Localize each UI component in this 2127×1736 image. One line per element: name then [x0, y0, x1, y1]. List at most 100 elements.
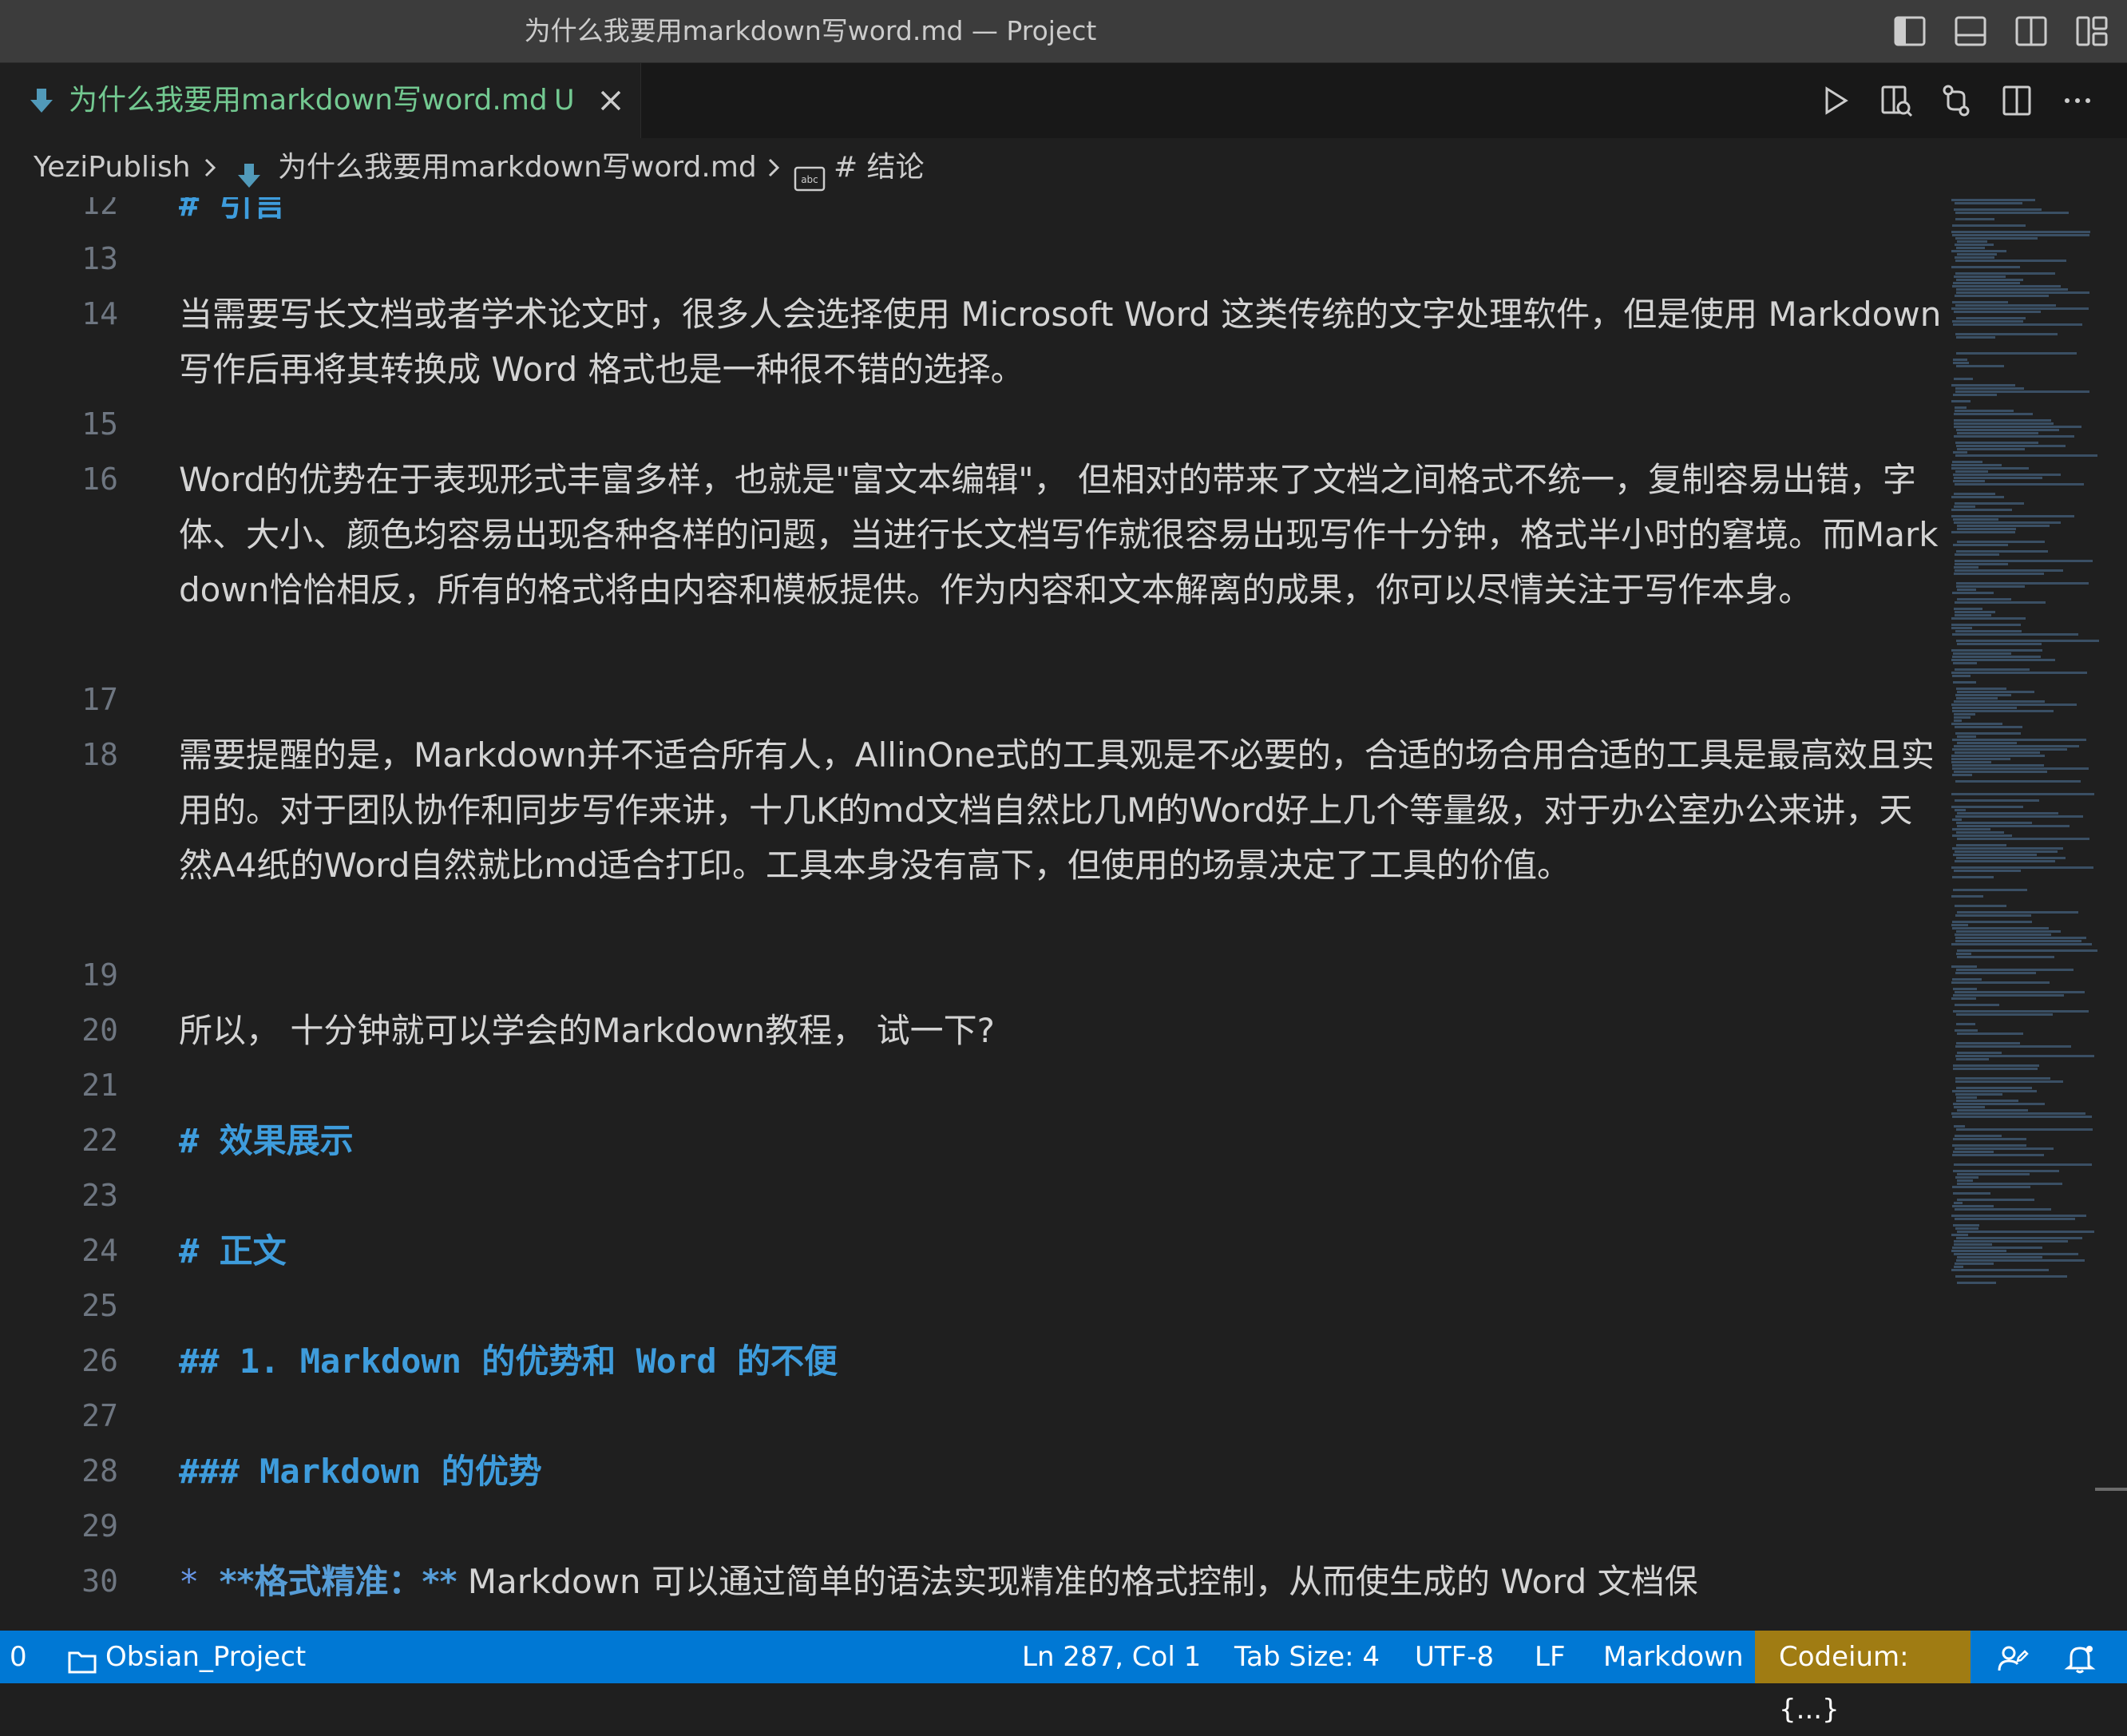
- tab-size[interactable]: Tab Size: 4: [1234, 1631, 1380, 1683]
- line-text: Markdown 可以通过简单的语法实现精准的格式控制，从而使生成的 Word …: [457, 1562, 1698, 1601]
- minimap-line: [1955, 454, 2097, 457]
- minimap-line: [1955, 937, 2086, 939]
- minimap-line: [1951, 250, 2006, 252]
- minimap-line: [1951, 924, 1968, 926]
- minimap-line: [1952, 675, 1971, 677]
- minimap-line: [1956, 822, 2032, 824]
- open-preview-icon[interactable]: [1878, 81, 1913, 121]
- minimap-line: [1955, 304, 2056, 307]
- minimap-line: [1956, 1096, 1977, 1099]
- vertical-scrollbar[interactable]: [2103, 197, 2127, 1631]
- minimap-line: [1955, 553, 1999, 556]
- customize-layout-icon[interactable]: [2070, 11, 2114, 51]
- minimap-line: [1956, 445, 2066, 447]
- minimap-line: [1955, 218, 1994, 220]
- breadcrumb-symbol[interactable]: # 结论: [834, 138, 925, 197]
- minimap-line: [1954, 1106, 1985, 1108]
- minimap-line: [1955, 1147, 2054, 1150]
- line-text: Word的优势在于表现形式丰富多样，也就是"富文本编辑"， 但相对的带来了文档之…: [179, 460, 1939, 609]
- minimap-line: [1957, 528, 2016, 530]
- minimap-line: [1952, 834, 2012, 837]
- editor-line[interactable]: # 引言: [179, 197, 1943, 232]
- minimap-line: [1951, 943, 2092, 945]
- minimap-line: [1954, 435, 2074, 438]
- markdown-file-icon: [236, 153, 262, 188]
- minimap-line: [1957, 1256, 2042, 1258]
- editor[interactable]: 12 13 14 15 16 17 18 19 20 21 22 23 24 25 26 27 28 29 30 #…: [0, 197, 2127, 1631]
- minimap-line: [1956, 288, 2068, 291]
- minimap-line: [1954, 1125, 1965, 1128]
- more-actions-icon[interactable]: [2060, 81, 2095, 121]
- codeium-label: Codeium: {...}: [1779, 1641, 1909, 1726]
- minimap-line: [1955, 601, 2046, 604]
- editor-line[interactable]: 需要提醒的是，Markdown并不适合所有人，AllinOne式的工具观是不必要…: [179, 727, 1943, 893]
- toggle-panel-icon[interactable]: [1948, 11, 1993, 51]
- minimap-line: [1955, 1029, 1978, 1032]
- minimap-line: [1956, 1023, 1975, 1025]
- language-mode[interactable]: Markdown: [1603, 1631, 1744, 1683]
- minimap-line: [1955, 860, 2055, 862]
- breadcrumb-folder[interactable]: YeziPublish: [34, 138, 191, 197]
- minimap-line: [1955, 1080, 2063, 1083]
- editor-line[interactable]: ## 1. Markdown 的优势和 Word 的不便: [179, 1334, 1943, 1389]
- file-encoding[interactable]: UTF-8: [1415, 1631, 1494, 1683]
- minimap-line: [1955, 732, 2021, 735]
- minimap-line: [1952, 224, 2026, 227]
- split-editor-icon[interactable]: [1999, 81, 2034, 121]
- open-changes-icon[interactable]: [1939, 81, 1974, 121]
- minimap-line: [1952, 767, 2089, 770]
- minimap-line: [1952, 1116, 2092, 1118]
- editor-line[interactable]: 当需要写长文档或者学术论文时，很多人会选择使用 Microsoft Word 这…: [179, 287, 1943, 397]
- problems-count[interactable]: 0: [10, 1631, 27, 1683]
- minimap-line: [1955, 272, 2055, 275]
- line-number: 30: [81, 1564, 118, 1599]
- minimap-line: [1955, 668, 2030, 671]
- codeium-status[interactable]: Codeium: {...}: [1755, 1631, 1971, 1726]
- editor-line[interactable]: * **格式精准：** Markdown 可以通过简单的语法实现精准的格式控制，…: [179, 1554, 1943, 1609]
- minimap-line: [1952, 921, 2032, 923]
- close-icon[interactable]: [596, 85, 626, 116]
- cursor-position[interactable]: Ln 287, Col 1: [1022, 1631, 1201, 1683]
- notifications-bell-icon[interactable]: [2063, 1640, 2097, 1674]
- minimap-line: [1955, 390, 2089, 393]
- editor-tab[interactable]: 为什么我要用markdown写word.md U: [0, 63, 641, 138]
- minimap-line: [1955, 502, 2024, 505]
- minimap-line: [1955, 212, 2069, 214]
- minimap-line: [1955, 563, 2008, 565]
- minimap-line: [1953, 1192, 1990, 1195]
- end-of-line[interactable]: LF: [1535, 1631, 1566, 1683]
- minimap-line: [1955, 630, 2022, 632]
- scrollbar-thumb[interactable]: [2095, 1488, 2127, 1491]
- run-icon[interactable]: [1817, 81, 1852, 121]
- minimap-line: [1953, 854, 2037, 856]
- minimap-line: [1952, 876, 1994, 878]
- editor-line[interactable]: 所以， 十分钟就可以学会的Markdown教程， 试一下?: [179, 1003, 1943, 1058]
- minimap-line: [1957, 956, 2054, 958]
- minimap-line: [1951, 464, 2002, 466]
- minimap-line: [1955, 1208, 2051, 1211]
- toggle-secondary-sidebar-icon[interactable]: [2009, 11, 2054, 51]
- workspace-folder[interactable]: Obsian_Project: [105, 1631, 306, 1683]
- minimap-line: [1952, 1144, 2026, 1147]
- string-symbol-icon: abc: [794, 154, 826, 192]
- minimap-line: [1954, 1240, 2068, 1243]
- minimap-line: [1955, 1218, 2075, 1220]
- editor-line[interactable]: # 效果展示: [179, 1113, 1943, 1168]
- minimap-line: [1952, 927, 2049, 929]
- minimap-line: [1951, 617, 2026, 620]
- minimap[interactable]: [1951, 197, 2103, 1631]
- minimap-line: [1951, 467, 2029, 470]
- minimap-line: [1955, 1227, 1978, 1230]
- editor-line[interactable]: Word的优势在于表现形式丰富多样，也就是"富文本编辑"， 但相对的带来了文档之…: [179, 452, 1943, 617]
- minimap-line: [1956, 969, 2074, 971]
- toggle-primary-sidebar-icon[interactable]: [1887, 11, 1932, 51]
- minimap-line: [1951, 231, 2090, 233]
- breadcrumb-file[interactable]: 为什么我要用markdown写word.md: [278, 138, 757, 197]
- account-feedback-icon[interactable]: [1996, 1640, 2030, 1674]
- editor-line[interactable]: # 正文: [179, 1223, 1943, 1278]
- minimap-line: [1956, 585, 2025, 588]
- editor-line[interactable]: ### Markdown 的优势: [179, 1444, 1943, 1499]
- minimap-line: [1952, 320, 2023, 323]
- minimap-line: [1957, 448, 2025, 450]
- minimap-line: [1951, 997, 1976, 1000]
